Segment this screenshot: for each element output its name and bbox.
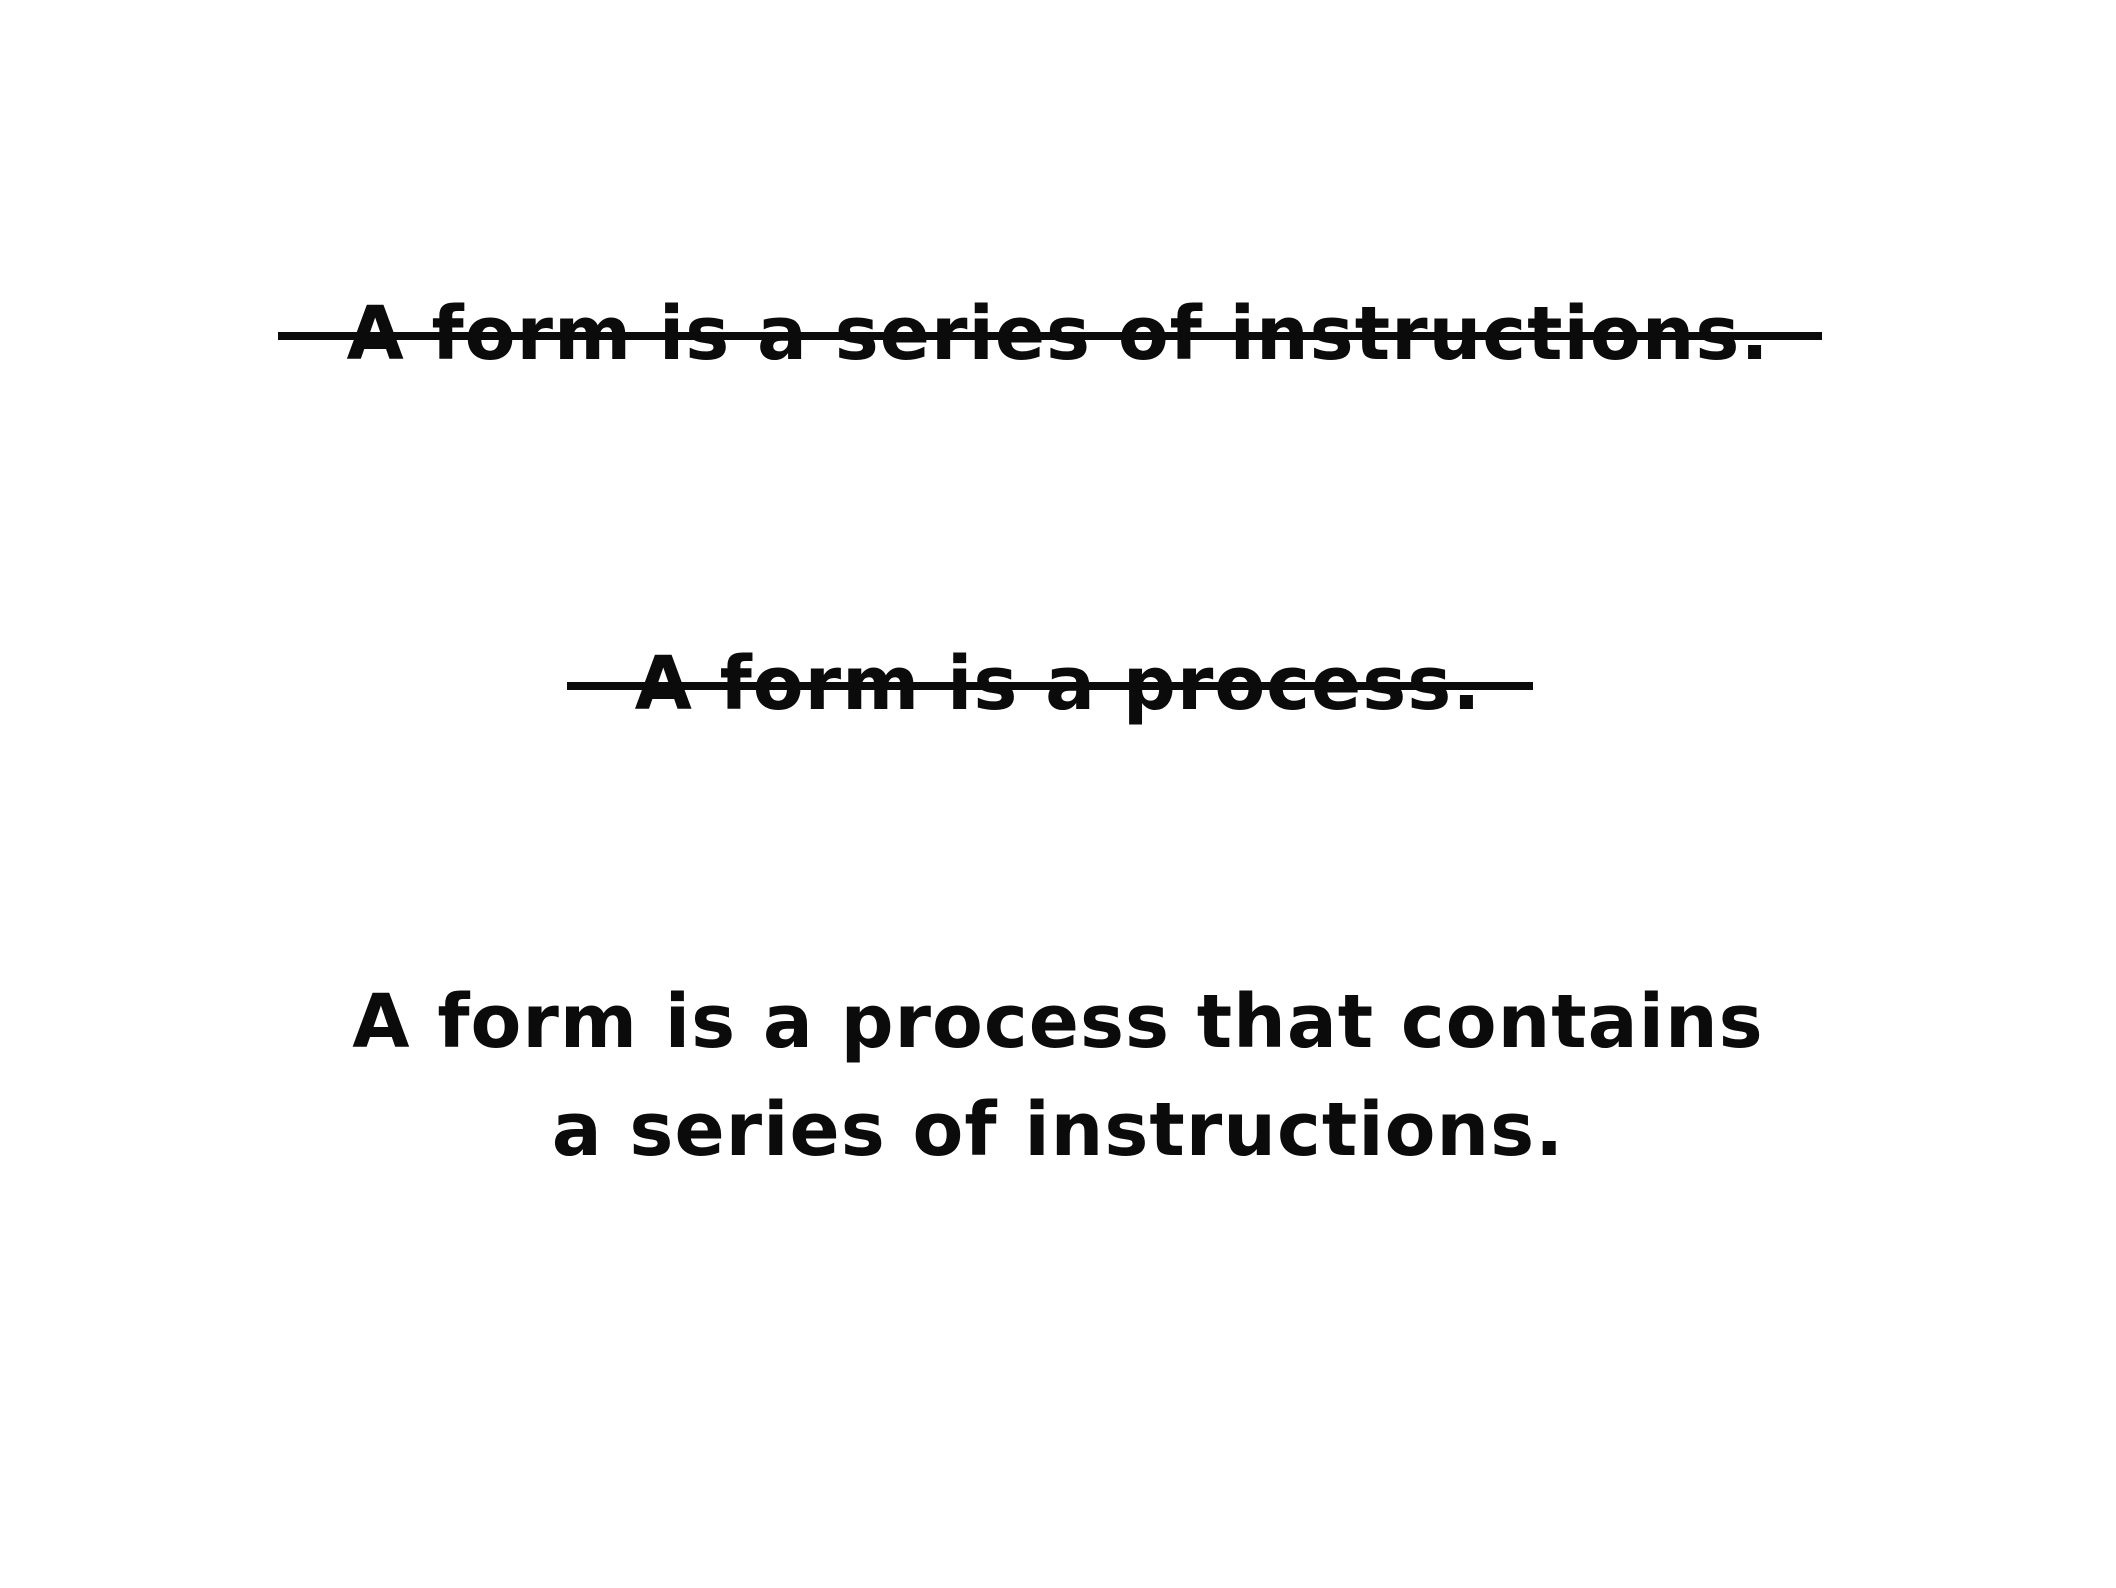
final-statement-line-1: A form is a process that contains (352, 979, 1764, 1065)
struck-text-wrapper: A form is a series of instructions. (278, 282, 1822, 386)
struck-text-wrapper: A form is a process. (566, 632, 1534, 736)
strikethrough-line (566, 682, 1534, 690)
struck-statement-instructions: A form is a series of instructions. (0, 282, 2116, 386)
final-statement-line-2: a series of instructions. (551, 1087, 1565, 1173)
strikethrough-line (278, 332, 1822, 340)
struck-statement-process: A form is a process. (0, 632, 2116, 736)
